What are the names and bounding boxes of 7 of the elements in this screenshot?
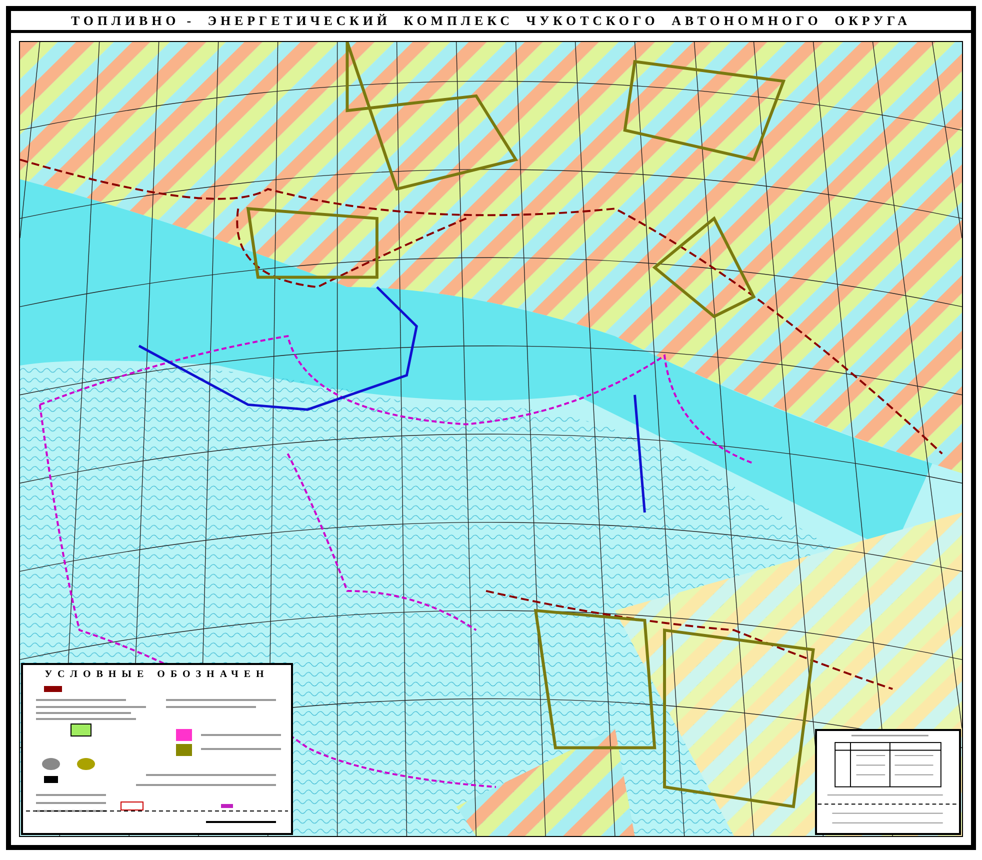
title-word: КОМПЛЕКС	[404, 12, 514, 30]
title-word: ТОПЛИВНО -	[71, 12, 195, 30]
legend-title: УСЛОВНЫЕ ОБОЗНАЧЕН	[44, 668, 270, 682]
title-word: ЭНЕРГЕТИЧЕСКИЙ	[208, 12, 391, 30]
title-word: ЧУКОТСКОГО	[526, 12, 659, 30]
title-word: АВТОНОМНОГО	[672, 12, 822, 30]
title-word: ОКРУГА	[834, 12, 911, 30]
